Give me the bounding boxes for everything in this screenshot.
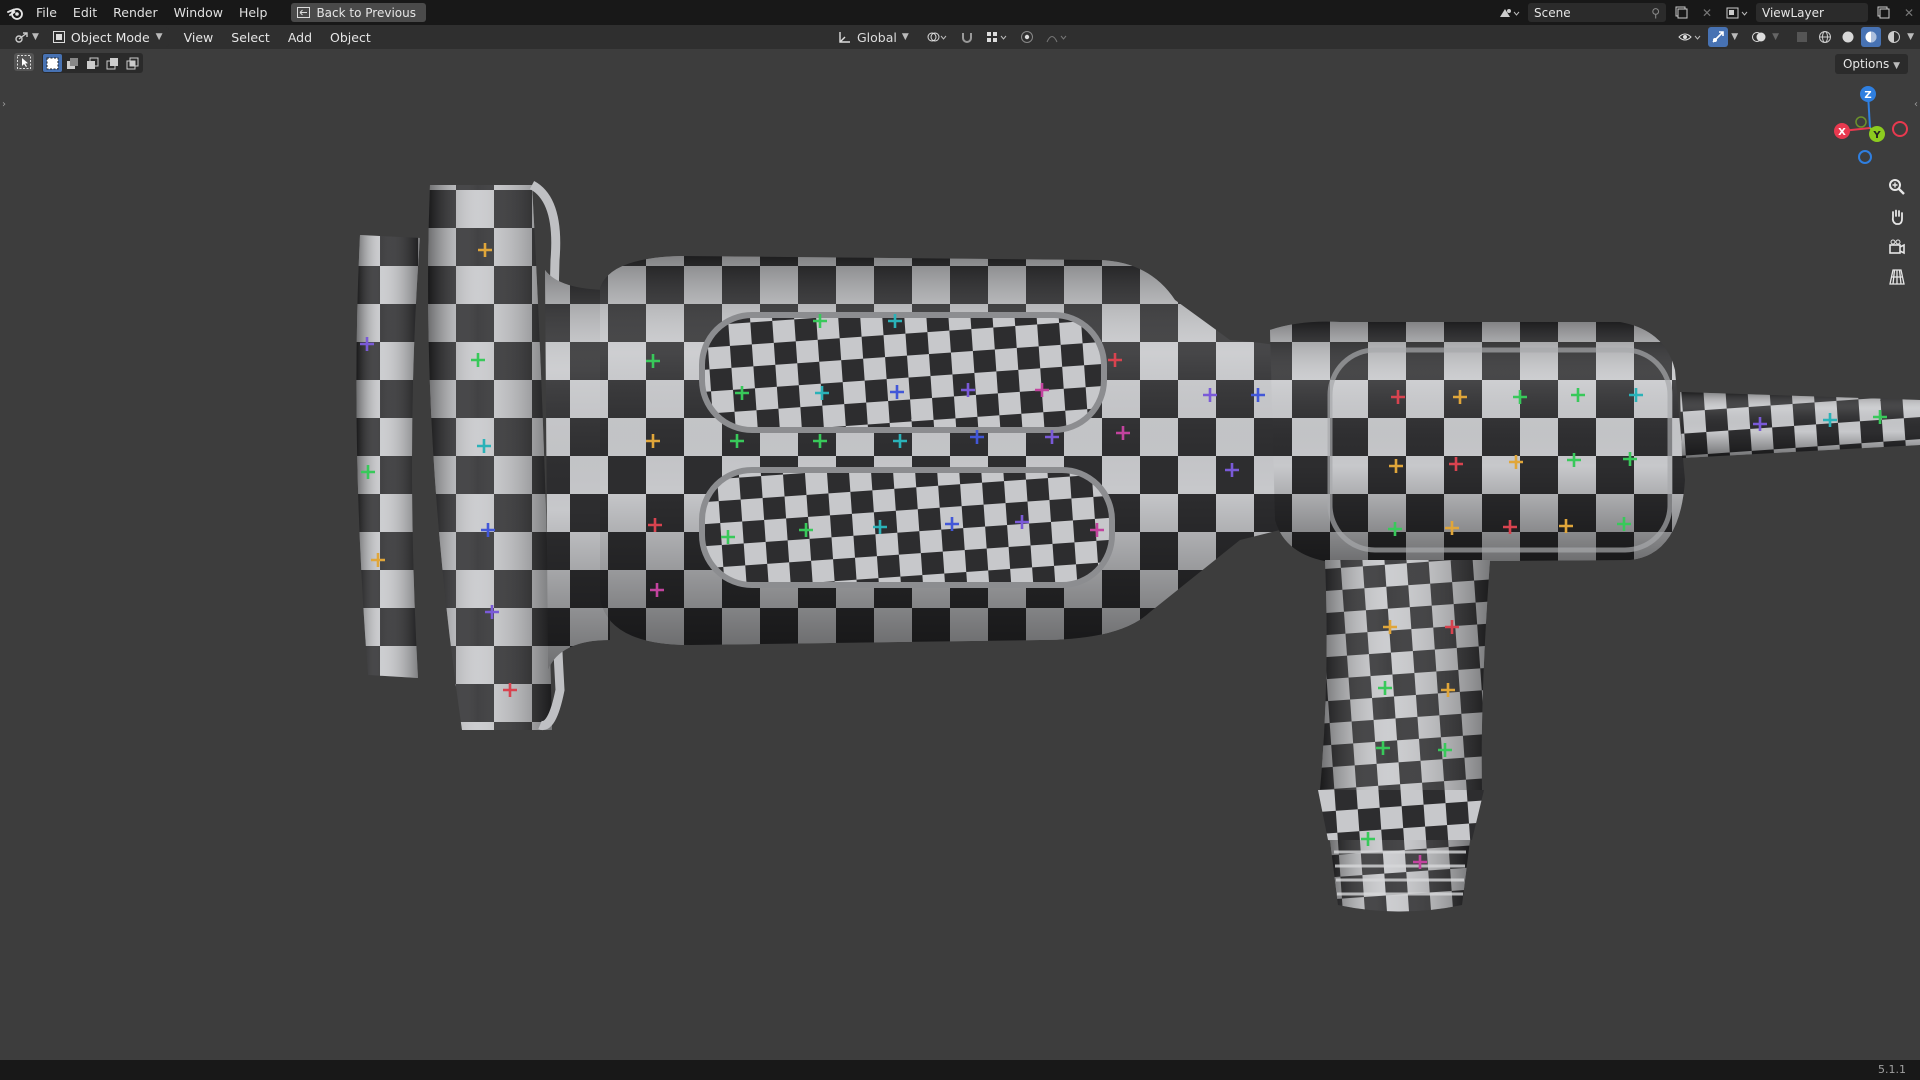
mode-label: Object Mode bbox=[70, 29, 150, 45]
view-layer-selector[interactable]: ViewLayer bbox=[1756, 3, 1868, 22]
solid-shading-icon[interactable] bbox=[1838, 27, 1858, 47]
menu-add[interactable]: Add bbox=[279, 30, 321, 45]
chevron-down-icon[interactable]: ▼ bbox=[1772, 32, 1779, 42]
back-to-previous-button[interactable]: Back to Previous bbox=[291, 3, 426, 22]
menu-render[interactable]: Render bbox=[105, 0, 166, 25]
gizmo-y-label: Y bbox=[1872, 130, 1881, 141]
back-to-previous-label: Back to Previous bbox=[316, 5, 416, 20]
gizmo-x-label: X bbox=[1838, 127, 1846, 138]
menu-help[interactable]: Help bbox=[231, 0, 276, 25]
chevron-down-icon: ▼ bbox=[155, 32, 163, 42]
view-layer-browse-icon[interactable] bbox=[1722, 3, 1752, 22]
scene-selector[interactable]: Scene ⚲ bbox=[1528, 3, 1666, 22]
transform-controls: Global ▼ bbox=[838, 25, 1071, 49]
rendered-shading-icon[interactable] bbox=[1884, 27, 1904, 47]
zoom-icon[interactable] bbox=[1884, 174, 1910, 200]
menu-select[interactable]: Select bbox=[222, 30, 279, 45]
menu-object[interactable]: Object bbox=[321, 30, 380, 45]
model-rod bbox=[1680, 392, 1920, 458]
chevron-down-icon[interactable]: ▼ bbox=[1731, 32, 1738, 42]
model-spout bbox=[1318, 560, 1490, 912]
top-bar: File Edit Render Window Help Back to Pre… bbox=[0, 0, 1920, 25]
editor-type-selector[interactable]: ▼ bbox=[0, 30, 45, 44]
scene-browse-icon[interactable] bbox=[1494, 3, 1524, 22]
selectability-visibility-icon[interactable] bbox=[1675, 27, 1705, 47]
snap-icon[interactable] bbox=[957, 27, 977, 47]
chevron-down-icon: ▼ bbox=[32, 32, 39, 42]
pin-icon[interactable]: ⚲ bbox=[1651, 6, 1660, 20]
proportional-editing-icon[interactable] bbox=[1017, 27, 1037, 47]
viewport-display-controls: ▼ ▼ ▼ bbox=[1675, 25, 1914, 49]
menu-view[interactable]: View bbox=[175, 30, 223, 45]
delete-view-layer-icon[interactable]: ✕ bbox=[1898, 3, 1920, 22]
chevron-down-icon: ▼ bbox=[901, 32, 909, 42]
xray-toggle-icon[interactable] bbox=[1792, 27, 1812, 47]
view-layer-name: ViewLayer bbox=[1762, 5, 1824, 20]
version-label: 5.1.1 bbox=[1878, 1063, 1906, 1076]
model-end-cap bbox=[356, 181, 565, 730]
axis-gizmo[interactable]: Z X Y bbox=[1825, 80, 1915, 170]
scene-render bbox=[356, 181, 1920, 912]
material-preview-shading-icon[interactable] bbox=[1861, 27, 1882, 47]
transform-orientation-label: Global bbox=[857, 29, 897, 45]
falloff-icon[interactable] bbox=[1043, 27, 1071, 47]
chevron-down-icon[interactable]: ▼ bbox=[1907, 32, 1914, 42]
model-main-body bbox=[600, 256, 1320, 645]
perspective-toggle-icon[interactable] bbox=[1884, 264, 1910, 290]
3d-viewport-icon bbox=[15, 32, 28, 43]
scene-name: Scene bbox=[1534, 5, 1571, 20]
menu-window[interactable]: Window bbox=[166, 0, 231, 25]
workspace-controls: Scene ⚲ ✕ ViewLayer ✕ bbox=[1494, 0, 1920, 25]
show-gizmo-icon[interactable] bbox=[1708, 27, 1729, 47]
camera-view-icon[interactable] bbox=[1884, 234, 1910, 260]
snap-target-icon[interactable] bbox=[983, 27, 1011, 47]
new-scene-icon[interactable] bbox=[1670, 3, 1692, 22]
transform-orientation-selector[interactable]: Global ▼ bbox=[838, 30, 909, 45]
delete-scene-icon[interactable]: ✕ bbox=[1696, 3, 1718, 22]
viewport-header: ▼ Object Mode ▼ View Select Add Object G… bbox=[0, 25, 1920, 49]
screen-back-icon bbox=[297, 7, 311, 18]
gizmo-z-label: Z bbox=[1864, 90, 1871, 101]
object-mode-icon bbox=[52, 31, 65, 43]
toolbar-expand-arrow-icon[interactable]: › bbox=[2, 99, 6, 110]
pan-hand-icon[interactable] bbox=[1884, 204, 1910, 230]
blender-logo-icon[interactable] bbox=[2, 0, 28, 25]
menu-file[interactable]: File bbox=[28, 0, 65, 25]
menu-edit[interactable]: Edit bbox=[65, 0, 105, 25]
3d-viewport[interactable]: › ‹ Z X Y bbox=[0, 49, 1920, 1060]
status-bar: 5.1.1 bbox=[0, 1060, 1920, 1080]
pivot-point-icon[interactable] bbox=[923, 27, 951, 47]
wireframe-shading-icon[interactable] bbox=[1815, 27, 1835, 47]
new-view-layer-icon[interactable] bbox=[1872, 3, 1894, 22]
overlays-icon[interactable] bbox=[1749, 27, 1769, 47]
orientation-global-icon bbox=[839, 32, 850, 43]
mode-selector[interactable]: Object Mode ▼ bbox=[46, 27, 169, 47]
